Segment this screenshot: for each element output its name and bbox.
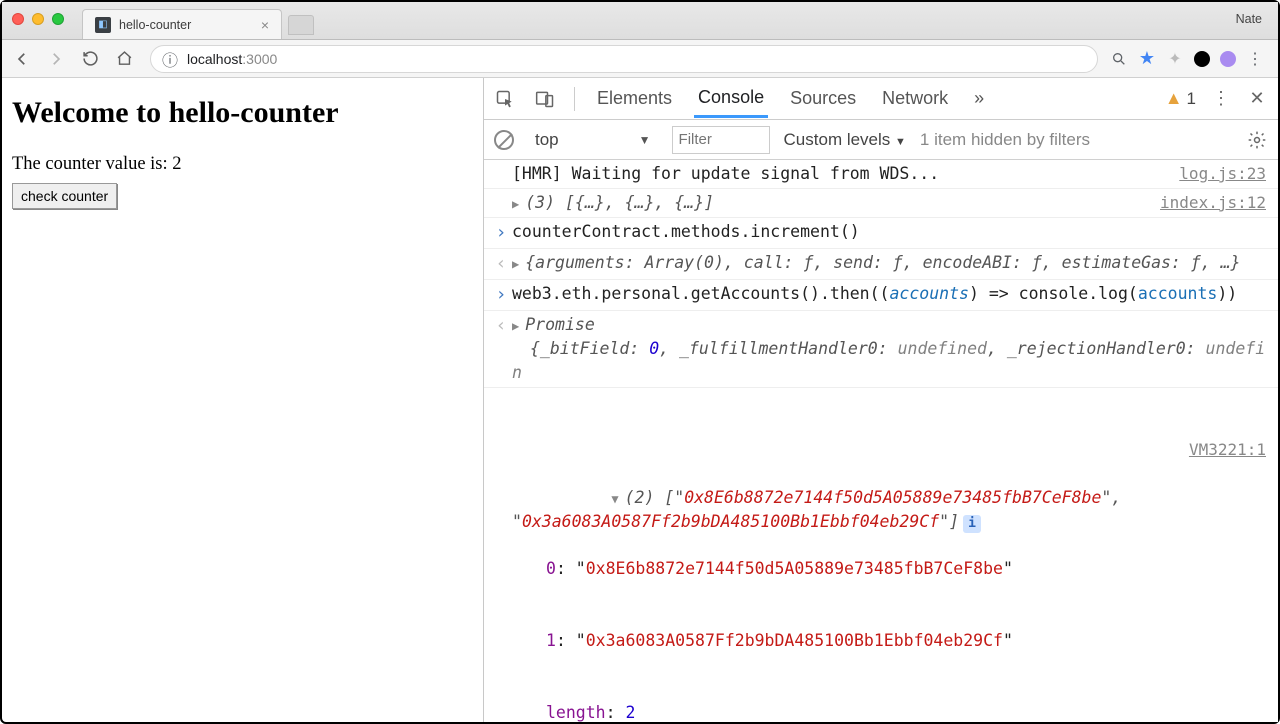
browser-toolbar: ⓘ localhost:3000 ★ ✦ ⋮	[2, 40, 1278, 78]
source-link[interactable]: log.js:23	[1179, 164, 1270, 183]
console-input-line: counterContract.methods.increment()	[512, 220, 1270, 246]
console-settings-button[interactable]	[1246, 129, 1268, 151]
rendered-page: Welcome to hello-counter The counter val…	[2, 78, 484, 722]
console-log-line: ▶(3) [{…}, {…}, {…}]	[512, 191, 1160, 215]
pocket-extension-icon[interactable]	[1194, 51, 1210, 67]
console-output-line: ▶Promise{_bitField: 0, _fulfillmentHandl…	[512, 313, 1270, 385]
clear-console-button[interactable]	[494, 130, 514, 150]
close-tab-button[interactable]: ×	[261, 17, 269, 33]
expand-icon[interactable]: ▶	[512, 318, 519, 335]
main-area: Welcome to hello-counter The counter val…	[2, 78, 1278, 722]
inspect-element-icon[interactable]	[494, 88, 516, 110]
warnings-count[interactable]: ▲1	[1165, 88, 1196, 109]
console-input-line: web3.eth.personal.getAccounts().then((ac…	[512, 282, 1270, 308]
page-heading: Welcome to hello-counter	[12, 96, 473, 130]
collapse-icon[interactable]: ▼	[611, 491, 618, 508]
home-button[interactable]	[110, 45, 138, 73]
expand-icon[interactable]: ▶	[512, 256, 519, 273]
devtools-tabbar: Elements Console Sources Network » ▲1 ⋮ …	[484, 78, 1278, 120]
console-filter-input[interactable]	[672, 126, 770, 154]
tab-more[interactable]: »	[970, 80, 988, 117]
dropdown-icon: ▼	[895, 136, 906, 148]
tab-title: hello-counter	[119, 18, 191, 32]
console-toolbar: top ▼ Custom levels ▼ 1 item hidden by f…	[484, 120, 1278, 160]
browser-tab[interactable]: ◧ hello-counter ×	[82, 9, 282, 39]
back-button[interactable]	[8, 45, 36, 73]
input-marker-icon	[490, 282, 512, 308]
log-levels-selector[interactable]: Custom levels ▼	[784, 130, 906, 150]
forward-button[interactable]	[42, 45, 70, 73]
hidden-by-filters-text: 1 item hidden by filters	[920, 130, 1090, 150]
tab-console[interactable]: Console	[694, 79, 768, 118]
window-controls	[12, 13, 64, 25]
source-link[interactable]: index.js:12	[1160, 193, 1270, 212]
search-icon[interactable]	[1110, 50, 1128, 68]
reload-button[interactable]	[76, 45, 104, 73]
url-host: localhost	[187, 51, 242, 67]
devtools-close-button[interactable]: ✕	[1246, 88, 1268, 110]
warning-icon: ▲	[1165, 88, 1183, 109]
context-selector[interactable]: top ▼	[528, 127, 658, 153]
bookmark-star-icon[interactable]: ★	[1138, 50, 1156, 68]
window-titlebar: ◧ hello-counter × Nate	[2, 2, 1278, 40]
info-badge-icon[interactable]: i	[963, 515, 981, 533]
tab-sources[interactable]: Sources	[786, 80, 860, 117]
tab-elements[interactable]: Elements	[593, 80, 676, 117]
site-info-icon[interactable]: ⓘ	[161, 50, 179, 68]
output-marker-icon	[490, 313, 512, 385]
console-output-line: VM3221:1 ▼(2) ["0x8E6b8872e7144f50d5A058…	[512, 390, 1270, 722]
favicon-icon: ◧	[95, 17, 111, 33]
minimize-window-button[interactable]	[32, 13, 44, 25]
tab-network[interactable]: Network	[878, 80, 952, 117]
counter-value: 2	[172, 154, 181, 174]
expand-icon[interactable]: ▶	[512, 196, 519, 213]
maximize-window-button[interactable]	[52, 13, 64, 25]
console-output[interactable]: [HMR] Waiting for update signal from WDS…	[484, 160, 1278, 722]
console-log-line: [HMR] Waiting for update signal from WDS…	[512, 162, 1179, 186]
separator	[574, 87, 575, 111]
output-marker-icon	[490, 251, 512, 277]
chrome-menu-button[interactable]: ⋮	[1246, 50, 1264, 68]
profile-name[interactable]: Nate	[1236, 12, 1262, 26]
close-window-button[interactable]	[12, 13, 24, 25]
extension-pin-icon[interactable]: ✦	[1166, 50, 1184, 68]
dropdown-icon: ▼	[639, 133, 651, 147]
input-marker-icon	[490, 220, 512, 246]
toolbar-right-icons: ★ ✦ ⋮	[1110, 50, 1272, 68]
devtools-panel: Elements Console Sources Network » ▲1 ⋮ …	[484, 78, 1278, 722]
check-counter-button[interactable]: check counter	[12, 183, 117, 209]
console-output-line: ▶{arguments: Array(0), call: ƒ, send: ƒ,…	[512, 251, 1270, 277]
extension-icon[interactable]	[1220, 51, 1236, 67]
counter-text: The counter value is: 2	[12, 154, 473, 175]
source-link[interactable]: VM3221:1	[1189, 440, 1270, 459]
device-toggle-icon[interactable]	[534, 88, 556, 110]
new-tab-button[interactable]	[288, 15, 314, 35]
url-port: :3000	[242, 51, 277, 67]
devtools-menu-button[interactable]: ⋮	[1210, 88, 1232, 110]
address-bar[interactable]: ⓘ localhost:3000	[150, 45, 1098, 73]
